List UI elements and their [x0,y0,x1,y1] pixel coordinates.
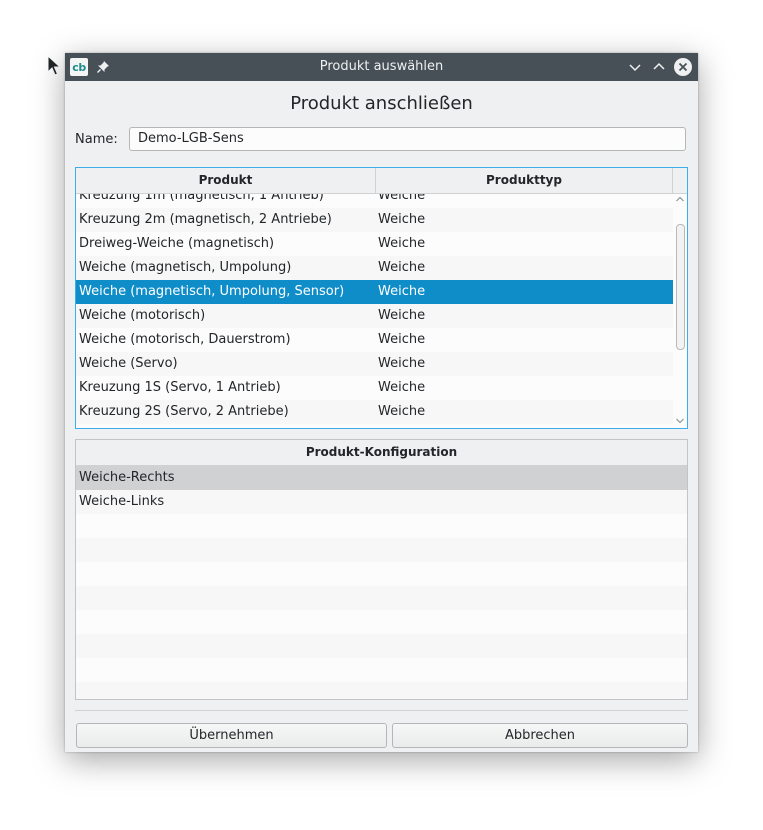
empty-row [76,538,687,562]
product-type-cell: Weiche [378,356,426,371]
product-row[interactable]: Kreuzung 1S (Servo, 1 Antrieb) Weiche [76,376,673,400]
product-config-table[interactable]: Produkt-Konfiguration Weiche-Rechts Weich… [75,439,688,700]
product-type-cell: Weiche [378,212,426,227]
empty-row [76,562,687,586]
mouse-pointer-icon [47,55,61,76]
config-name-cell: Weiche-Rechts [79,470,175,485]
scroll-down-icon[interactable] [676,418,684,424]
product-row[interactable]: Kreuzung 1m (magnetisch, 1 Antrieb) Weich… [76,194,673,208]
empty-row [76,634,687,658]
product-name-cell: Kreuzung 2S (Servo, 2 Antriebe) [79,404,289,419]
product-type-cell: Weiche [378,194,426,203]
product-type-cell: Weiche [378,236,426,251]
product-name-cell: Weiche (magnetisch, Umpolung, Sensor) [79,284,345,299]
column-header-product-type[interactable]: Produkttyp [376,168,673,193]
empty-row [76,514,687,538]
close-icon[interactable] [674,58,692,76]
empty-row [76,682,687,699]
scrollbar-thumb[interactable] [676,224,685,350]
product-row[interactable]: Weiche (magnetisch, Umpolung) Weiche [76,256,673,280]
product-table-body: Kreuzung 1m (magnetisch, 1 Antrieb) Weich… [76,194,673,428]
product-type-cell: Weiche [378,404,426,419]
product-name-cell: Kreuzung 1S (Servo, 1 Antrieb) [79,380,281,395]
product-row[interactable]: Weiche (Servo) Weiche [76,352,673,376]
product-select-dialog: cb Produkt auswählen Produkt anschließen… [65,53,698,752]
product-type-cell: Weiche [378,260,426,275]
titlebar[interactable]: cb Produkt auswählen [65,53,698,81]
product-type-cell: Weiche [378,332,426,347]
window-title: Produkt auswählen [319,59,444,74]
column-header-configuration[interactable]: Produkt-Konfiguration [76,440,687,465]
product-name-cell: Kreuzung 2m (magnetisch, 2 Antriebe) [79,212,332,227]
maximize-icon[interactable] [651,59,667,75]
minimize-icon[interactable] [627,59,643,75]
product-row[interactable]: Kreuzung 2S (Servo, 2 Antriebe) Weiche [76,400,673,424]
dialog-heading: Produkt anschließen [290,93,473,114]
empty-row [76,586,687,610]
product-row[interactable]: Kreuzung 2m (magnetisch, 2 Antriebe) Weic… [76,208,673,232]
empty-row [76,658,687,682]
apply-button[interactable]: Übernehmen [76,723,387,748]
product-row[interactable]: Dreiweg-Weiche (magnetisch) Weiche [76,232,673,256]
config-name-cell: Weiche-Links [79,494,165,509]
product-type-cell: Weiche [378,380,426,395]
product-name-cell: Dreiweg-Weiche (magnetisch) [79,236,275,251]
product-table-scrollbar[interactable] [673,194,687,428]
product-table-header: Produkt Produkttyp [76,168,687,194]
product-row[interactable]: Weiche (magnetisch, Umpolung, Sensor) Wei… [76,280,673,304]
product-name-cell: Weiche (motorisch, Dauerstrom) [79,332,291,347]
product-row[interactable]: Weiche (motorisch) Weiche [76,304,673,328]
divider [75,710,688,711]
product-table[interactable]: Produkt Produkttyp Kreuzung 1m (magnetis… [75,167,688,429]
product-name-cell: Weiche (magnetisch, Umpolung) [79,260,292,275]
name-input[interactable]: Demo-LGB-Sens [129,127,686,151]
scroll-up-icon[interactable] [676,196,684,202]
name-label: Name: [75,132,118,147]
product-row[interactable]: Weiche (motorisch, Dauerstrom) Weiche [76,328,673,352]
cancel-button[interactable]: Abbrechen [392,723,688,748]
product-name-cell: Kreuzung 1m (magnetisch, 1 Antrieb) [79,194,324,203]
product-type-cell: Weiche [378,308,426,323]
product-name-cell: Weiche (motorisch) [79,308,206,323]
config-row[interactable]: Weiche-Links [76,490,687,514]
config-row[interactable]: Weiche-Rechts [76,466,687,490]
column-header-product[interactable]: Produkt [76,168,376,193]
product-name-cell: Weiche (Servo) [79,356,178,371]
empty-row [76,610,687,634]
config-table-header: Produkt-Konfiguration [76,440,687,466]
product-type-cell: Weiche [378,284,426,299]
